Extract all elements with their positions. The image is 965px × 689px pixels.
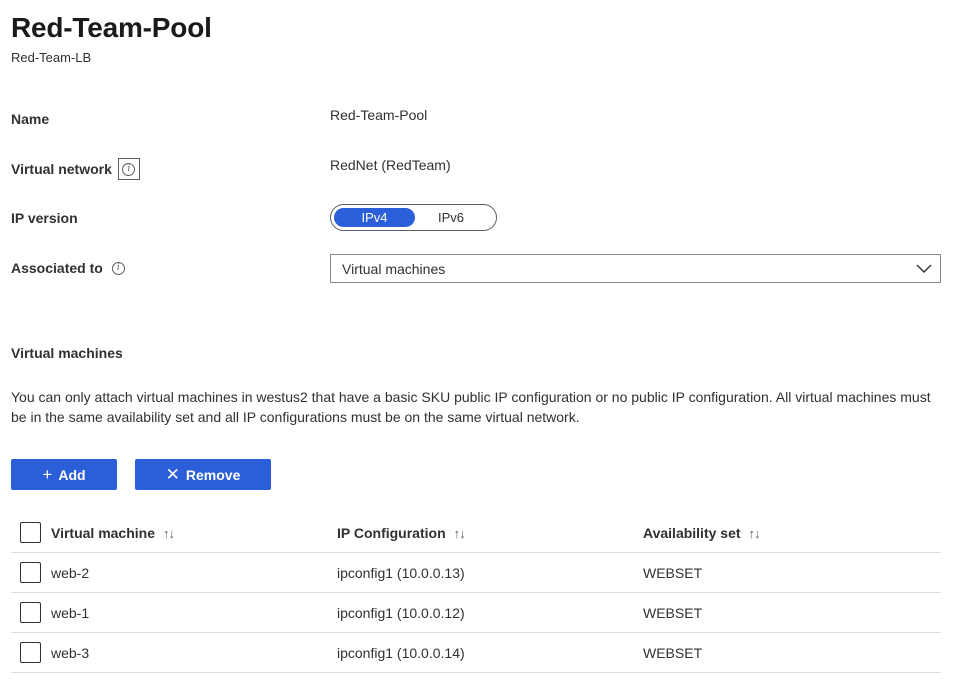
add-button-label: Add bbox=[58, 466, 86, 483]
row-checkbox[interactable] bbox=[20, 562, 41, 583]
info-icon[interactable]: i bbox=[111, 261, 125, 275]
ipv6-option[interactable]: IPv6 bbox=[415, 208, 487, 227]
virtual-network-label-text: Virtual network bbox=[11, 161, 112, 177]
vm-cell: web-2 bbox=[51, 564, 90, 581]
page-subtitle: Red-Team-LB bbox=[11, 50, 92, 65]
column-label: Availability set bbox=[643, 524, 741, 541]
remove-button[interactable]: ✕ Remove bbox=[135, 459, 271, 490]
section-description: You can only attach virtual machines in … bbox=[11, 389, 931, 425]
page-title: Red-Team-Pool bbox=[11, 12, 212, 43]
ip-version-label: IP version bbox=[11, 210, 78, 226]
plus-icon: + bbox=[42, 465, 53, 484]
column-header-set[interactable]: Availability set ↑↓ bbox=[643, 524, 761, 541]
ip-cell: ipconfig1 (10.0.0.13) bbox=[337, 564, 465, 581]
associated-to-value: Virtual machines bbox=[342, 260, 446, 277]
associated-to-label-text: Associated to bbox=[11, 260, 103, 276]
vm-cell: web-1 bbox=[51, 604, 90, 621]
info-icon[interactable]: i bbox=[117, 158, 140, 180]
ip-version-toggle[interactable]: IPv4 IPv6 bbox=[330, 204, 497, 231]
associated-to-dropdown[interactable]: Virtual machines bbox=[330, 254, 941, 283]
virtual-network-label: Virtual network i bbox=[11, 158, 140, 180]
sort-icon: ↑↓ bbox=[163, 525, 175, 541]
table-row[interactable]: web-1 ipconfig1 (10.0.0.12) WEBSET bbox=[11, 593, 941, 633]
select-all-checkbox[interactable] bbox=[20, 522, 41, 543]
chevron-down-icon bbox=[916, 264, 932, 273]
name-label-text: Name bbox=[11, 111, 50, 127]
sort-icon: ↑↓ bbox=[453, 525, 466, 541]
name-label: Name bbox=[11, 111, 49, 127]
sort-icon: ↑↓ bbox=[748, 525, 761, 541]
close-icon: ✕ bbox=[165, 465, 180, 484]
row-checkbox[interactable] bbox=[20, 642, 41, 663]
vm-table: Virtual machine ↑↓ IP Configuration ↑↓ Ava… bbox=[11, 513, 941, 673]
column-label: Virtual machine bbox=[51, 524, 156, 541]
row-checkbox[interactable] bbox=[20, 602, 41, 623]
set-cell: WEBSET bbox=[643, 644, 703, 661]
section-title: Virtual machines bbox=[11, 345, 123, 361]
table-header: Virtual machine ↑↓ IP Configuration ↑↓ Ava… bbox=[11, 513, 941, 553]
set-cell: WEBSET bbox=[643, 564, 703, 581]
add-button[interactable]: + Add bbox=[11, 459, 117, 490]
remove-button-label: Remove bbox=[185, 466, 241, 483]
ip-cell: ipconfig1 (10.0.0.14) bbox=[337, 644, 465, 661]
column-label: IP Configuration bbox=[337, 524, 446, 541]
vm-cell: web-3 bbox=[51, 644, 90, 661]
set-cell: WEBSET bbox=[643, 604, 703, 621]
virtual-network-value: RedNet (RedTeam) bbox=[330, 157, 451, 173]
ip-version-label-text: IP version bbox=[11, 210, 78, 226]
ip-cell: ipconfig1 (10.0.0.12) bbox=[337, 604, 465, 621]
associated-to-label: Associated to i bbox=[11, 260, 125, 276]
column-header-ip[interactable]: IP Configuration ↑↓ bbox=[337, 524, 466, 541]
table-row[interactable]: web-2 ipconfig1 (10.0.0.13) WEBSET bbox=[11, 553, 941, 593]
column-header-vm[interactable]: Virtual machine ↑↓ bbox=[51, 524, 175, 541]
ipv4-option[interactable]: IPv4 bbox=[334, 208, 415, 227]
table-row[interactable]: web-3 ipconfig1 (10.0.0.14) WEBSET bbox=[11, 633, 941, 673]
name-value: Red-Team-Pool bbox=[330, 107, 428, 123]
